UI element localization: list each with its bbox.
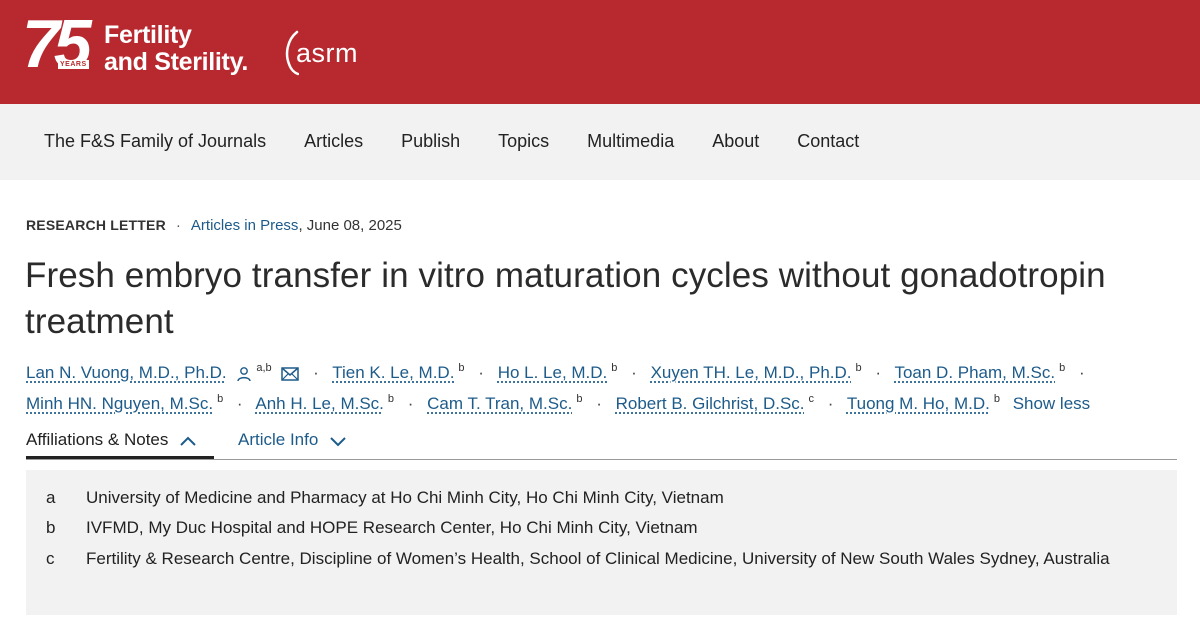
author-link[interactable]: Ho L. Le, M.D. bbox=[498, 363, 608, 382]
author-affiliation-marker[interactable]: c bbox=[809, 393, 815, 405]
author-affiliation-marker[interactable]: b bbox=[611, 362, 617, 374]
author-separator: · bbox=[236, 394, 243, 413]
article-tabs: Affiliations & Notes Article Info bbox=[26, 428, 1176, 460]
nav-item-articles[interactable]: Articles bbox=[304, 130, 363, 152]
author-separator: · bbox=[596, 394, 602, 413]
main-nav: The F&S Family of Journals Articles Publ… bbox=[0, 104, 1200, 180]
chevron-down-icon bbox=[330, 436, 346, 446]
tab-affiliations-label: Affiliations & Notes bbox=[26, 430, 169, 449]
author-separator: · bbox=[827, 394, 834, 413]
author-link[interactable]: Lan N. Vuong, M.D., Ph.D. bbox=[26, 363, 227, 382]
author-link[interactable]: Tuong M. Ho, M.D. bbox=[847, 394, 990, 413]
journal-logo[interactable]: Fertility and Sterility. bbox=[104, 22, 248, 76]
articles-in-press-link[interactable]: Articles in Press bbox=[191, 217, 299, 234]
author-separator: · bbox=[631, 363, 637, 382]
person-icon[interactable] bbox=[236, 366, 252, 382]
author-affiliation-marker[interactable]: b bbox=[458, 362, 464, 374]
nav-item-topics[interactable]: Topics bbox=[498, 130, 549, 152]
journal-name-line2: and Sterility. bbox=[104, 48, 248, 76]
author-affiliation-marker[interactable]: b bbox=[217, 393, 223, 405]
author-separator: · bbox=[478, 363, 484, 382]
meta-separator: · bbox=[175, 217, 181, 234]
tab-affiliations-notes[interactable]: Affiliations & Notes bbox=[26, 428, 197, 452]
nav-item-family-of-journals[interactable]: The F&S Family of Journals bbox=[44, 130, 266, 152]
publication-date: , June 08, 2025 bbox=[298, 217, 402, 234]
author-link[interactable]: Cam T. Tran, M.Sc. bbox=[427, 394, 572, 413]
author-link[interactable]: Anh H. Le, M.Sc. bbox=[255, 394, 384, 413]
journal-name-line1: Fertility bbox=[104, 21, 192, 49]
anniversary-years-label: YEARS bbox=[58, 60, 89, 69]
affiliation-label: b bbox=[46, 518, 56, 537]
article-meta: RESEARCH LETTER · Articles in Press, June … bbox=[26, 215, 402, 236]
tab-article-info[interactable]: Article Info bbox=[238, 428, 347, 452]
chevron-up-icon bbox=[180, 436, 196, 446]
nav-item-about[interactable]: About bbox=[712, 130, 759, 152]
affiliations-panel: a University of Medicine and Pharmacy at… bbox=[26, 470, 1177, 615]
author-affiliation-marker[interactable]: b bbox=[388, 393, 394, 405]
author-link[interactable]: Robert B. Gilchrist, D.Sc. bbox=[616, 394, 805, 413]
show-less-authors-button[interactable]: Show less bbox=[1013, 394, 1090, 413]
site-header: 75 YEARS Fertility and Sterility. asrm bbox=[0, 0, 1200, 104]
author-affiliation-marker[interactable]: b bbox=[576, 393, 582, 405]
author-list: Lan N. Vuong, M.D., Ph.D. a,b · Tien K. … bbox=[26, 357, 1176, 419]
author-affiliation-marker[interactable]: b bbox=[1059, 362, 1065, 374]
anniversary-logo[interactable]: 75 YEARS bbox=[22, 10, 100, 86]
author-link[interactable]: Xuyen TH. Le, M.D., Ph.D. bbox=[651, 363, 852, 382]
author-link[interactable]: Toan D. Pham, M.Sc. bbox=[894, 363, 1055, 382]
tabs-divider bbox=[26, 459, 1177, 460]
author-separator: · bbox=[875, 363, 882, 382]
author-link[interactable]: Minh HN. Nguyen, M.Sc. bbox=[26, 394, 213, 413]
nav-item-multimedia[interactable]: Multimedia bbox=[587, 130, 674, 152]
author-separator: · bbox=[313, 363, 319, 382]
author-affiliation-marker[interactable]: a,b bbox=[256, 362, 271, 374]
author-separator: · bbox=[1078, 363, 1085, 382]
affiliation-text: Fertility & Research Centre, Discipline … bbox=[86, 549, 1110, 568]
asrm-logo-text: asrm bbox=[296, 38, 358, 68]
affiliation-label: a bbox=[46, 488, 56, 507]
mail-icon[interactable] bbox=[281, 366, 300, 381]
affiliation-text: IVFMD, My Duc Hospital and HOPE Research… bbox=[86, 518, 698, 537]
nav-item-publish[interactable]: Publish bbox=[401, 130, 460, 152]
article-type: RESEARCH LETTER bbox=[26, 217, 166, 233]
asrm-logo[interactable]: asrm bbox=[283, 30, 363, 76]
author-affiliation-marker[interactable]: b bbox=[856, 362, 862, 374]
affiliation-label: c bbox=[46, 549, 55, 568]
author-affiliation-marker[interactable]: b bbox=[994, 393, 1000, 405]
nav-item-contact[interactable]: Contact bbox=[797, 130, 859, 152]
tab-article-info-label: Article Info bbox=[238, 430, 319, 449]
article-title: Fresh embryo transfer in vitro maturatio… bbox=[25, 256, 1106, 341]
author-link[interactable]: Tien K. Le, M.D. bbox=[332, 363, 454, 382]
author-separator: · bbox=[407, 394, 414, 413]
affiliation-text: University of Medicine and Pharmacy at H… bbox=[86, 488, 724, 507]
